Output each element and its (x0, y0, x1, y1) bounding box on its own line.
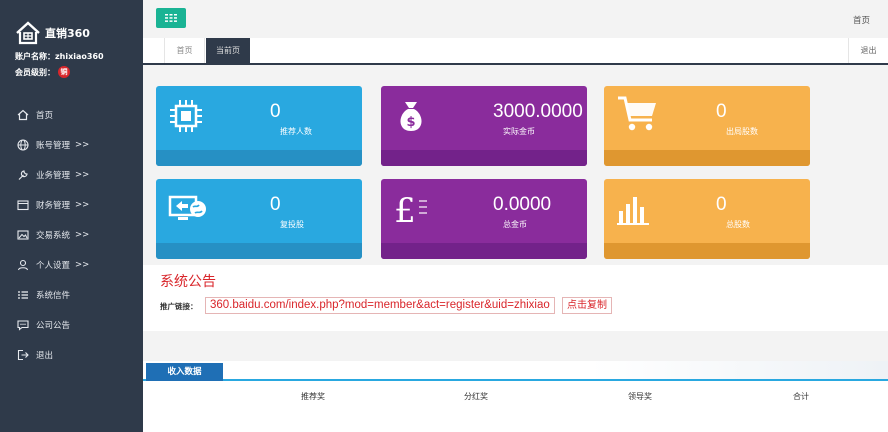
sidebar-item-label: 业务管理 (36, 171, 71, 181)
column-header: 领导奖 (628, 392, 652, 401)
main-content: 0 推荐人数 $ 3000.0000 实际金币 0 出局股数 0 复投股 £ 0… (143, 65, 888, 432)
brand-name: 直销360 (45, 27, 90, 40)
expand-arrow: >> (75, 260, 90, 270)
sidebar-item-label: 交易系统 (36, 231, 71, 241)
svg-text:£: £ (394, 191, 416, 227)
sidebar-item-label: 个人设置 (36, 261, 71, 271)
cart-icon (618, 96, 656, 131)
card-strip (604, 243, 810, 259)
stat-value: 0 (270, 194, 281, 215)
money-bag-icon: $ (400, 102, 422, 131)
tab-current[interactable]: 当前页 (206, 38, 250, 63)
sidebar-nav: 首页 账号管理 >> 业务管理 >> 财务管理 >> 交易系统 >> 个人设置 … (0, 100, 143, 370)
stat-card-total-gold: £ 0.0000 总金币 (381, 179, 587, 259)
comment-icon (17, 320, 29, 331)
stat-label: 推荐人数 (280, 127, 312, 136)
column-header: 合计 (793, 392, 809, 401)
pound-icon: £ (394, 191, 427, 227)
wrench-icon (18, 170, 28, 180)
expand-arrow: >> (75, 200, 90, 210)
sidebar-item-label: 公司公告 (36, 321, 71, 331)
user-icon (17, 259, 29, 271)
income-data-panel: 收入数据 推荐奖 分红奖 领导奖 合计 (143, 361, 888, 432)
tab-bar: 首页 当前页 退出 (143, 38, 888, 65)
expand-arrow: >> (75, 140, 90, 150)
income-tab-row: 收入数据 (143, 361, 888, 381)
brand[interactable]: 直销360 (15, 21, 90, 45)
home-icon (17, 109, 29, 121)
expand-arrow: >> (75, 170, 90, 180)
stat-value: 0 (270, 101, 281, 122)
home-logo-icon (16, 21, 40, 45)
stat-value: 0 (716, 101, 727, 122)
sidebar-item-label: 财务管理 (36, 201, 71, 211)
menu-toggle-button[interactable] (156, 8, 186, 28)
top-home-link[interactable]: 首页 (853, 14, 870, 26)
tab-home[interactable]: 首页 (165, 38, 205, 63)
sidebar-item-logout[interactable]: 退出 (0, 340, 143, 370)
stat-card-referrals: 0 推荐人数 (156, 86, 362, 166)
globe-icon (17, 139, 29, 151)
stat-label: 总股数 (726, 220, 750, 229)
promo-link-label: 推广链接： (160, 302, 198, 311)
copy-button[interactable]: 点击复制 (562, 297, 612, 314)
logout-icon (17, 349, 29, 361)
sidebar-item-mail[interactable]: 系统信件 (0, 280, 143, 310)
sidebar-item-personal[interactable]: 个人设置 >> (0, 250, 143, 280)
sidebar: 直销360 账户名称：zhixiao360 会员级别： 铜 首页 账号管理 >>… (0, 0, 143, 432)
chip-icon (170, 100, 202, 132)
sidebar-item-business[interactable]: 业务管理 >> (0, 160, 143, 190)
svg-text:$: $ (406, 115, 415, 130)
member-level-label: 会员级别： (15, 67, 55, 77)
card-strip (381, 243, 587, 259)
stat-label: 复投股 (280, 220, 304, 229)
system-notice-panel: 系统公告 推广链接： 360.baidu.com/index.php?mod=m… (143, 265, 888, 331)
top-bar: 首页 (143, 0, 888, 38)
promo-link-field[interactable]: 360.baidu.com/index.php?mod=member&act=r… (205, 297, 555, 314)
sidebar-item-label: 系统信件 (36, 291, 71, 301)
tab-scroll-left[interactable] (143, 38, 165, 63)
stat-label: 实际金币 (503, 127, 535, 136)
expand-arrow: >> (75, 230, 90, 240)
stat-value: 0.0000 (493, 194, 552, 215)
stat-card-total-shares: 0 总股数 (604, 179, 810, 259)
sidebar-item-account[interactable]: 账号管理 >> (0, 130, 143, 160)
image-icon (17, 230, 29, 240)
notice-title: 系统公告 (160, 274, 216, 290)
card-strip (156, 150, 362, 166)
tab-exit-button[interactable]: 退出 (848, 38, 888, 63)
wallet-icon (17, 200, 29, 211)
card-strip (156, 243, 362, 259)
card-strip (381, 150, 587, 166)
sidebar-item-home[interactable]: 首页 (0, 100, 143, 130)
sidebar-item-label: 首页 (36, 111, 54, 121)
monitor-globe-icon (168, 195, 206, 220)
sidebar-item-label: 账号管理 (36, 141, 71, 151)
column-header: 分红奖 (464, 392, 488, 401)
level-badge: 铜 (58, 66, 70, 78)
sidebar-item-finance[interactable]: 财务管理 >> (0, 190, 143, 220)
bar-chart-icon (617, 197, 649, 225)
stat-card-exit-shares: 0 出局股数 (604, 86, 810, 166)
sidebar-item-label: 退出 (36, 351, 54, 361)
card-strip (604, 150, 810, 166)
member-level: 会员级别： 铜 (15, 66, 70, 78)
column-header: 推荐奖 (301, 392, 325, 401)
stat-card-actual-gold: $ 3000.0000 实际金币 (381, 86, 587, 166)
stat-value: 3000.0000 (493, 101, 583, 122)
sidebar-item-trading[interactable]: 交易系统 >> (0, 220, 143, 250)
grid-menu-icon (165, 14, 177, 22)
stat-card-reinvest: 0 复投股 (156, 179, 362, 259)
stat-value: 0 (716, 194, 727, 215)
list-icon (18, 291, 28, 299)
tab-income-data[interactable]: 收入数据 (146, 363, 223, 381)
sidebar-item-announcement[interactable]: 公司公告 (0, 310, 143, 340)
stat-label: 出局股数 (726, 127, 758, 136)
stat-label: 总金币 (503, 220, 527, 229)
account-name: 账户名称：zhixiao360 (15, 52, 104, 61)
